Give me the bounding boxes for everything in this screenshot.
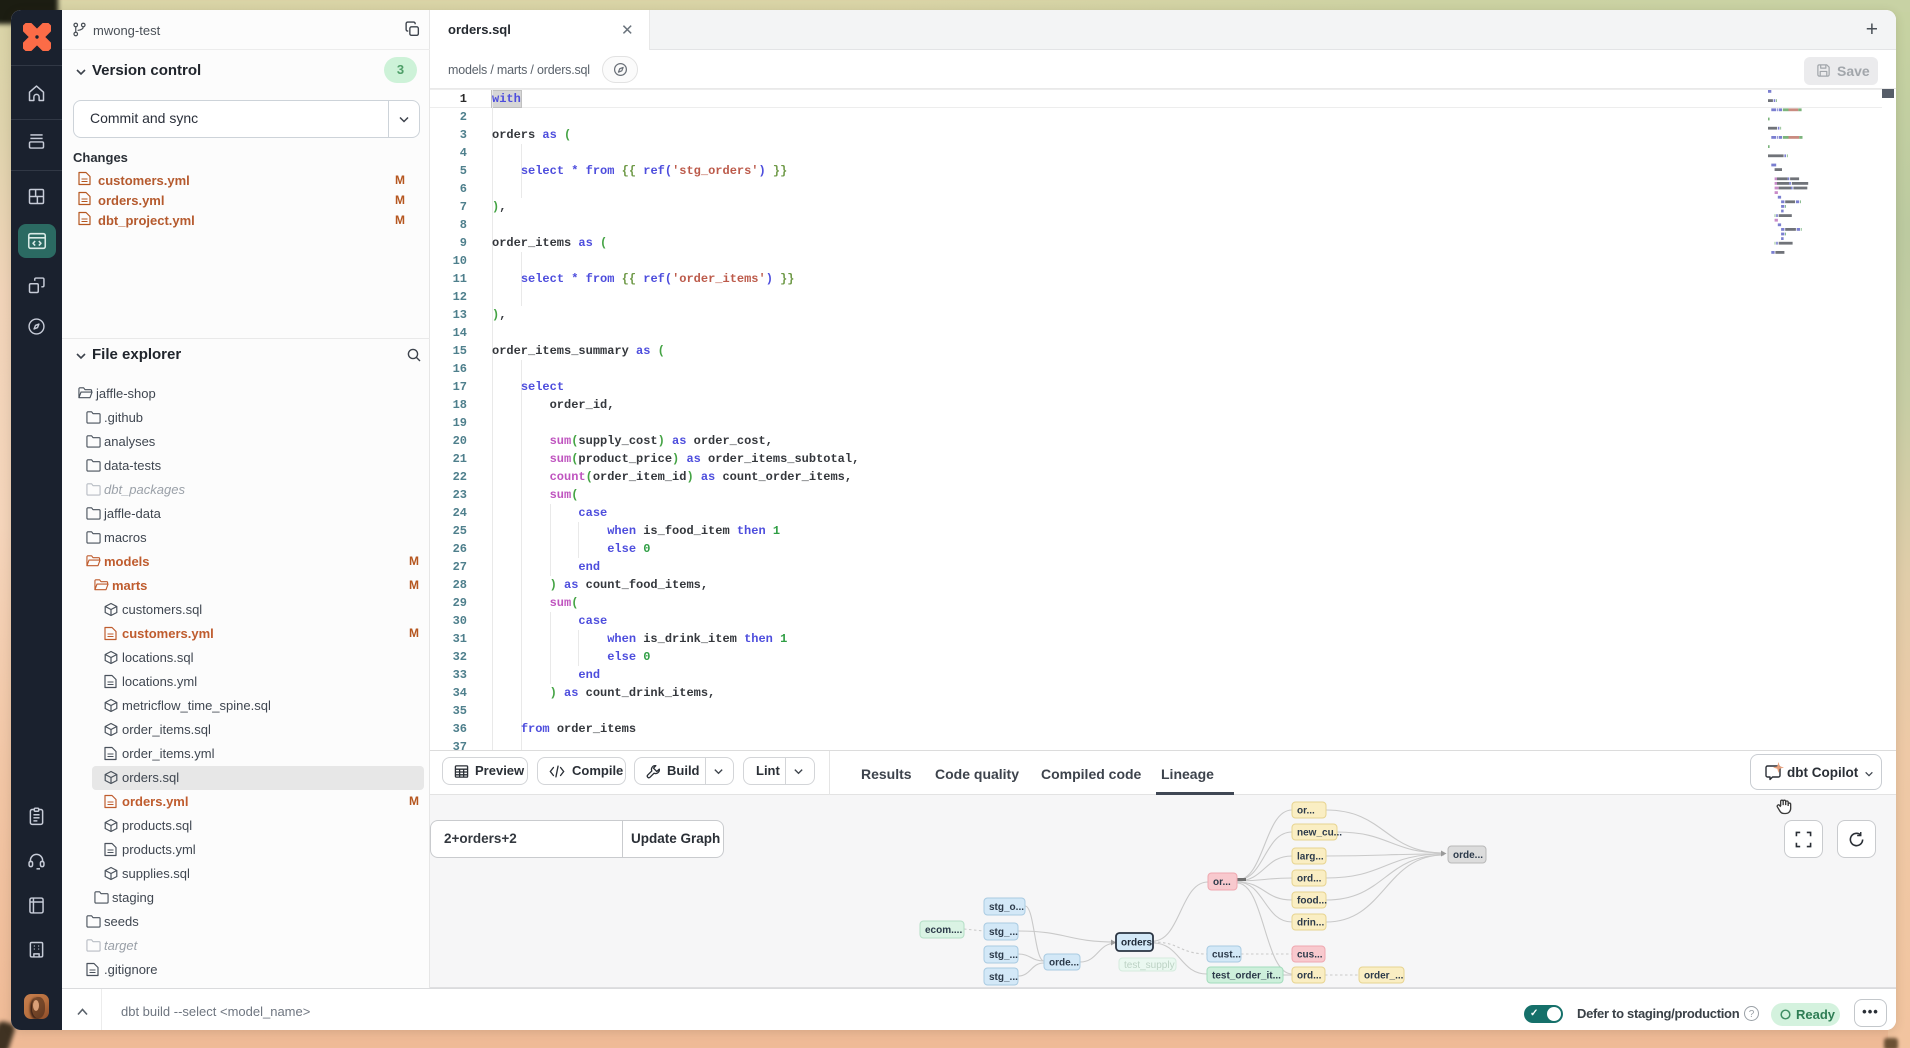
svg-text:new_cu...: new_cu... (1297, 827, 1342, 838)
svg-text:orders: orders (1121, 937, 1153, 948)
svg-text:stg_...: stg_... (989, 950, 1018, 961)
svg-text:or...: or... (1297, 805, 1315, 816)
svg-text:stg_o...: stg_o... (989, 902, 1024, 913)
svg-text:food...: food... (1297, 895, 1327, 906)
svg-text:ord...: ord... (1297, 970, 1322, 981)
svg-text:drin...: drin... (1297, 917, 1324, 928)
svg-text:ord...: ord... (1297, 873, 1322, 884)
svg-text:larg...: larg... (1297, 851, 1324, 862)
svg-text:cust...: cust... (1212, 949, 1241, 960)
svg-text:or...: or... (1213, 877, 1231, 888)
svg-text:test_order_it...: test_order_it... (1212, 970, 1281, 981)
svg-text:order_...: order_... (1364, 970, 1404, 981)
svg-text:cus...: cus... (1297, 949, 1323, 960)
svg-text:ecom....: ecom.... (925, 925, 962, 936)
svg-text:stg_...: stg_... (989, 927, 1018, 938)
svg-text:test_supply: test_supply (1124, 960, 1175, 971)
svg-text:orde...: orde... (1453, 850, 1483, 861)
svg-text:orde...: orde... (1049, 957, 1079, 968)
svg-text:stg_...: stg_... (989, 972, 1018, 983)
